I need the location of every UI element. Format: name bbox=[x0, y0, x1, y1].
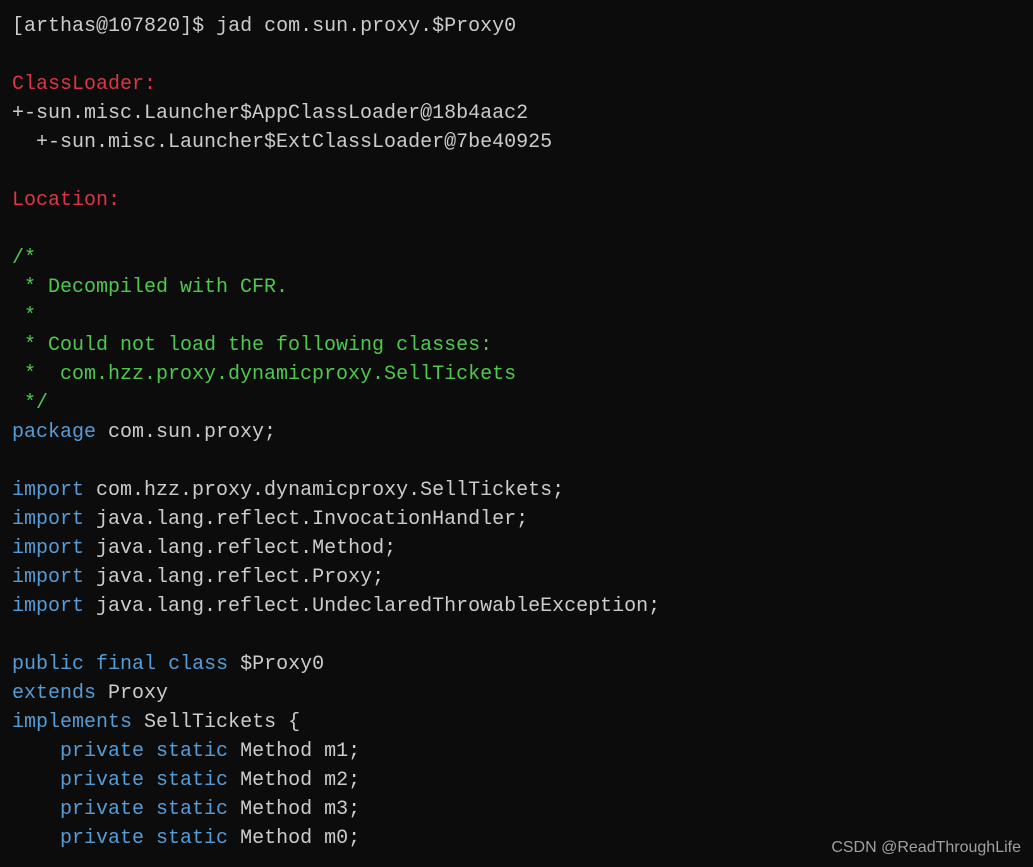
prompt-at: @ bbox=[96, 15, 108, 38]
import-2: java.lang.reflect.InvocationHandler; bbox=[96, 508, 528, 531]
implements-name: SellTickets { bbox=[144, 711, 300, 734]
command-text: jad com.sun.proxy.$Proxy0 bbox=[216, 15, 516, 38]
import-keyword-4: import bbox=[12, 566, 84, 589]
prompt-close-bracket: ] bbox=[180, 15, 192, 38]
private-keyword-3: private bbox=[60, 798, 144, 821]
import-4: java.lang.reflect.Proxy; bbox=[96, 566, 384, 589]
class-keyword: class bbox=[168, 653, 228, 676]
import-3: java.lang.reflect.Method; bbox=[96, 537, 396, 560]
public-keyword: public bbox=[12, 653, 84, 676]
import-line-5: import java.lang.reflect.UndeclaredThrow… bbox=[12, 595, 660, 618]
classloader-header: ClassLoader: bbox=[12, 73, 156, 96]
extends-line: extends Proxy bbox=[12, 682, 168, 705]
implements-line: implements SellTickets { bbox=[12, 711, 300, 734]
static-keyword-2: static bbox=[156, 769, 228, 792]
final-keyword: final bbox=[96, 653, 156, 676]
field-line-4: private static Method m0; bbox=[12, 827, 360, 850]
import-keyword-1: import bbox=[12, 479, 84, 502]
import-keyword-3: import bbox=[12, 537, 84, 560]
field-line-1: private static Method m1; bbox=[12, 740, 360, 763]
comment-class-name: * com.hzz.proxy.dynamicproxy.SellTickets bbox=[12, 363, 516, 386]
private-keyword-2: private bbox=[60, 769, 144, 792]
classloader-line-2: +-sun.misc.Launcher$ExtClassLoader@7be40… bbox=[12, 131, 552, 154]
field-line-3: private static Method m3; bbox=[12, 798, 360, 821]
location-header: Location: bbox=[12, 189, 120, 212]
private-keyword-4: private bbox=[60, 827, 144, 850]
comment-open: /* bbox=[12, 247, 36, 270]
import-5: java.lang.reflect.UndeclaredThrowableExc… bbox=[96, 595, 660, 618]
static-keyword-4: static bbox=[156, 827, 228, 850]
import-line-1: import com.hzz.proxy.dynamicproxy.SellTi… bbox=[12, 479, 564, 502]
import-line-2: import java.lang.reflect.InvocationHandl… bbox=[12, 508, 528, 531]
extends-keyword: extends bbox=[12, 682, 96, 705]
static-keyword-3: static bbox=[156, 798, 228, 821]
prompt-dollar: $ bbox=[192, 15, 204, 38]
package-name: com.sun.proxy; bbox=[108, 421, 276, 444]
class-name: $Proxy0 bbox=[240, 653, 324, 676]
private-keyword-1: private bbox=[60, 740, 144, 763]
prompt-user: arthas bbox=[24, 15, 96, 38]
watermark: CSDN @ReadThroughLife bbox=[831, 836, 1021, 859]
import-1: com.hzz.proxy.dynamicproxy.SellTickets; bbox=[96, 479, 564, 502]
field-3: Method m3; bbox=[240, 798, 360, 821]
field-line-2: private static Method m2; bbox=[12, 769, 360, 792]
field-1: Method m1; bbox=[240, 740, 360, 763]
classloader-line-1: +-sun.misc.Launcher$AppClassLoader@18b4a… bbox=[12, 102, 528, 125]
implements-keyword: implements bbox=[12, 711, 132, 734]
comment-star: * bbox=[12, 305, 36, 328]
comment-close: */ bbox=[12, 392, 48, 415]
import-line-3: import java.lang.reflect.Method; bbox=[12, 537, 396, 560]
extends-name: Proxy bbox=[108, 682, 168, 705]
prompt-open-bracket: [ bbox=[12, 15, 24, 38]
field-2: Method m2; bbox=[240, 769, 360, 792]
prompt-host: 107820 bbox=[108, 15, 180, 38]
comment-could-not-load: * Could not load the following classes: bbox=[12, 334, 492, 357]
static-keyword-1: static bbox=[156, 740, 228, 763]
class-decl-line: public final class $Proxy0 bbox=[12, 653, 324, 676]
package-keyword: package bbox=[12, 421, 96, 444]
package-line: package com.sun.proxy; bbox=[12, 421, 276, 444]
field-4: Method m0; bbox=[240, 827, 360, 850]
prompt-line: [arthas@107820]$ jad com.sun.proxy.$Prox… bbox=[12, 15, 516, 38]
import-line-4: import java.lang.reflect.Proxy; bbox=[12, 566, 384, 589]
import-keyword-2: import bbox=[12, 508, 84, 531]
import-keyword-5: import bbox=[12, 595, 84, 618]
comment-decompiled: * Decompiled with CFR. bbox=[12, 276, 288, 299]
